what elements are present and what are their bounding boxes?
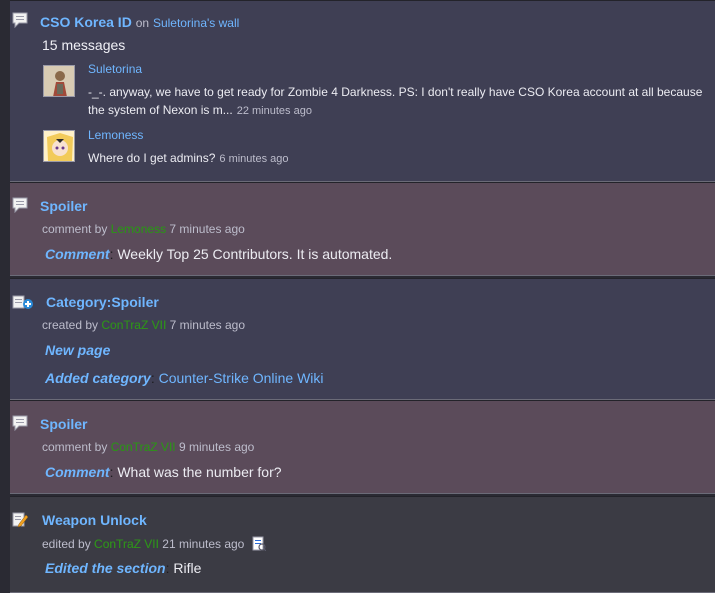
timestamp: 7 minutes ago: [169, 222, 245, 236]
comment-row: Comment: Weekly Top 25 Contributors. It …: [45, 246, 392, 262]
timestamp: 7 minutes ago: [169, 318, 246, 332]
wall-owner-link[interactable]: Suletorina's wall: [153, 16, 239, 30]
meta-prefix: created by: [42, 318, 99, 332]
edit-pencil-icon: [12, 511, 28, 527]
item-meta: comment by Lemoness 7 minutes ago: [42, 222, 245, 236]
reply-text-continued: the system of Nexon is m... 22 minutes ag…: [88, 103, 312, 117]
section-name: Rifle: [173, 560, 202, 576]
feed-item-comment: Spoiler comment by Lemoness 7 minutes ag…: [10, 182, 715, 276]
meta-prefix: comment by: [42, 222, 108, 236]
activity-feed: CSO Korea ID on Suletorina's wall 15 mes…: [0, 0, 715, 593]
feed-item-comment: Spoiler comment by ConTraZ VII 9 minutes…: [10, 400, 715, 494]
thread-title: CSO Korea ID on Suletorina's wall: [40, 14, 239, 30]
diff-page-icon[interactable]: [252, 536, 267, 554]
user-link[interactable]: Lemoness: [111, 222, 166, 236]
feed-item-new-page: Category:Spoiler created by ConTraZ VII …: [10, 278, 715, 400]
comment-text: What was the number for?: [117, 464, 282, 480]
page-title-link[interactable]: Spoiler: [40, 198, 87, 214]
message-count: 15 messages: [42, 37, 126, 53]
speech-bubble-icon: [12, 415, 28, 431]
page-title-link[interactable]: Category:Spoiler: [46, 294, 159, 310]
on-word: on: [135, 16, 150, 30]
category-link[interactable]: Counter-Strike Online Wiki: [159, 370, 324, 386]
page-title-link[interactable]: Spoiler: [40, 416, 87, 432]
reply-text: -_-. anyway, we have to get ready for Zo…: [88, 85, 703, 99]
reply-timestamp: 6 minutes ago: [219, 153, 289, 165]
new-page-label[interactable]: New page: [45, 342, 110, 358]
avatar[interactable]: [43, 65, 75, 97]
item-meta: created by ConTraZ VII 7 minutes ago: [42, 318, 245, 332]
thread-title-link[interactable]: CSO Korea ID: [40, 14, 132, 30]
comment-label[interactable]: Comment: [45, 246, 110, 262]
comment-row: Comment: What was the number for?: [45, 464, 282, 480]
label-separator: :: [150, 370, 155, 386]
meta-prefix: edited by: [42, 537, 91, 551]
added-category-row: Added category: Counter-Strike Online Wi…: [45, 370, 324, 386]
comment-text: Weekly Top 25 Contributors. It is automa…: [117, 246, 393, 262]
avatar[interactable]: [43, 130, 75, 162]
item-meta: edited by ConTraZ VII 21 minutes ago: [42, 536, 267, 554]
label-separator: :: [109, 464, 114, 480]
item-meta: comment by ConTraZ VII 9 minutes ago: [42, 440, 254, 454]
reply-user-link[interactable]: Lemoness: [88, 128, 143, 142]
reply-timestamp: 22 minutes ago: [236, 105, 312, 117]
edited-section-label[interactable]: Edited the section: [45, 560, 166, 576]
timestamp: 21 minutes ago: [162, 537, 245, 551]
user-link[interactable]: ConTraZ VII: [94, 537, 159, 551]
label-separator: :: [109, 246, 114, 262]
speech-bubble-icon: [12, 197, 28, 213]
feed-item-edit: Weapon Unlock edited by ConTraZ VII 21 m…: [10, 496, 715, 593]
label-separator: :: [165, 560, 170, 576]
speech-bubble-icon: [12, 12, 28, 28]
new-category-icon: [12, 294, 34, 310]
reply-user-link[interactable]: Suletorina: [88, 62, 142, 76]
edit-row: Edited the section: Rifle: [45, 560, 201, 576]
comment-label[interactable]: Comment: [45, 464, 110, 480]
user-link[interactable]: ConTraZ VII: [101, 318, 166, 332]
reply-text: Where do I get admins? 6 minutes ago: [88, 151, 289, 165]
page-title-link[interactable]: Weapon Unlock: [42, 512, 147, 528]
user-link[interactable]: ConTraZ VII: [111, 440, 176, 454]
meta-prefix: comment by: [42, 440, 108, 454]
new-page-row: New page: [45, 342, 110, 358]
timestamp: 9 minutes ago: [178, 440, 255, 454]
feed-item-wall-thread: CSO Korea ID on Suletorina's wall 15 mes…: [10, 0, 715, 182]
added-category-label[interactable]: Added category: [45, 370, 151, 386]
